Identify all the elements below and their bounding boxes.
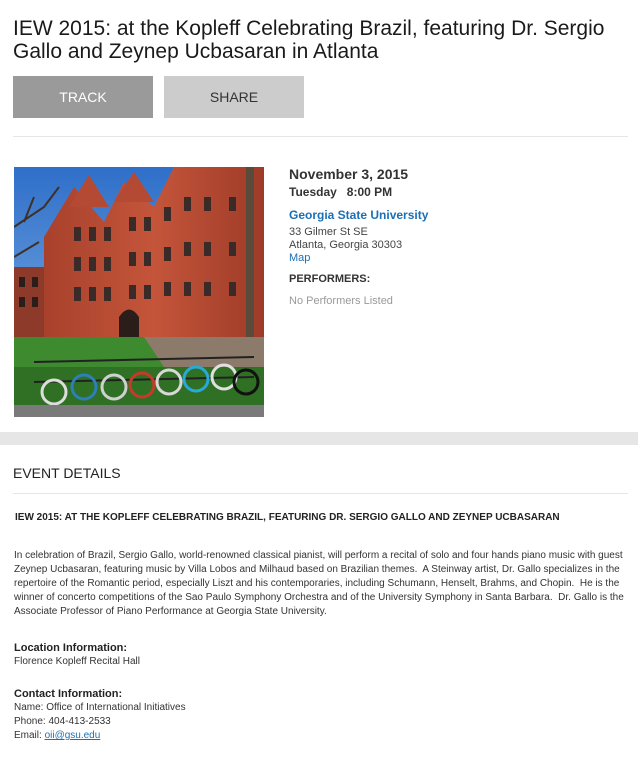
location-heading: Location Information: (14, 642, 128, 654)
track-button[interactable]: TRACK (13, 76, 153, 118)
event-info: November 3, 2015 Tuesday 8:00 PM Georgia… (289, 166, 619, 308)
map-link[interactable]: Map (289, 252, 619, 265)
contact-email-row: Email: oii@gsu.edu (14, 729, 626, 743)
location-value: Florence Kopleff Recital Hall (14, 656, 140, 667)
contact-email-link[interactable]: oii@gsu.edu (45, 730, 101, 741)
contact-email-label: Email: (14, 730, 45, 741)
performers-heading: PERFORMERS: (289, 273, 371, 285)
event-date: November 3, 2015 (289, 166, 409, 182)
venue-link[interactable]: Georgia State University (289, 207, 619, 223)
divider (13, 493, 628, 494)
contact-heading: Contact Information: (14, 688, 123, 700)
venue-city: Atlanta, Georgia 30303 (289, 239, 403, 251)
event-title-upper: IEW 2015: AT THE KOPLEFF CELEBRATING BRA… (15, 512, 560, 523)
share-button[interactable]: SHARE (164, 76, 304, 118)
venue-street: 33 Gilmer St SE (289, 226, 368, 238)
location-section: Location Information: Florence Kopleff R… (14, 641, 626, 669)
event-day-time: Tuesday 8:00 PM (289, 185, 393, 199)
contact-name: Name: Office of International Initiative… (14, 702, 186, 713)
performers-empty: No Performers Listed (289, 295, 393, 307)
contact-phone: Phone: 404-413-2533 (14, 716, 111, 727)
section-divider-band (0, 432, 638, 445)
event-title: IEW 2015: at the Kopleff Celebrating Bra… (13, 17, 605, 63)
event-description: In celebration of Brazil, Sergio Gallo, … (14, 550, 624, 617)
divider (13, 136, 628, 137)
event-photo (14, 167, 264, 417)
event-details-heading: EVENT DETAILS (13, 465, 121, 481)
contact-section: Contact Information: Name: Office of Int… (14, 687, 626, 743)
